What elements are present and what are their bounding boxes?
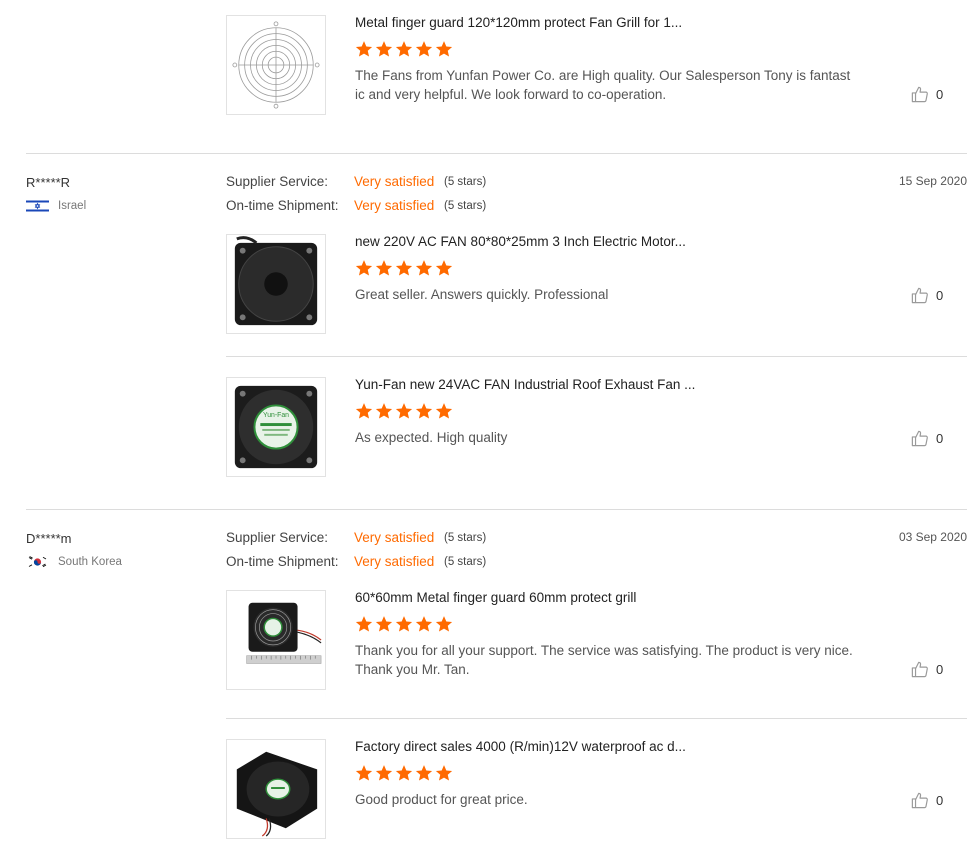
- thumbs-up-icon: [910, 429, 929, 448]
- supplier-service-label: Supplier Service:: [226, 530, 329, 545]
- star-icon: [375, 402, 393, 420]
- like-button[interactable]: 0: [910, 286, 943, 305]
- ac-fan-icon: [234, 236, 318, 326]
- like-count: 0: [936, 288, 944, 303]
- review-text: Good product for great price.: [355, 792, 528, 807]
- product-image[interactable]: [226, 739, 326, 839]
- product-divider: [226, 356, 967, 357]
- star-icon: [375, 40, 393, 58]
- product-image[interactable]: Yun-Fan: [226, 377, 326, 477]
- review-text: Thank you for all your support. The serv…: [355, 643, 853, 677]
- star-icon: [355, 40, 373, 58]
- product-image[interactable]: [226, 15, 326, 115]
- like-button[interactable]: 0: [910, 791, 943, 810]
- product-rating: [355, 764, 453, 782]
- star-icon: [355, 615, 373, 633]
- small-fan-with-guard-icon: [246, 602, 322, 664]
- product-title[interactable]: 60*60mm Metal finger guard 60mm protect …: [355, 590, 636, 605]
- like-button[interactable]: 0: [910, 660, 943, 679]
- star-icon: [355, 402, 373, 420]
- product-rating: [355, 40, 453, 58]
- shipment-stars: (5 stars): [444, 200, 487, 212]
- star-icon: [435, 615, 453, 633]
- review-text: The Fans from Yunfan Power Co. are High …: [355, 68, 851, 102]
- star-icon: [375, 615, 393, 633]
- star-icon: [395, 615, 413, 633]
- product-image[interactable]: [226, 234, 326, 334]
- dc-fan-icon: [236, 751, 318, 837]
- reviewer-country: Israel: [26, 199, 86, 213]
- reviewer-country: South Korea: [26, 555, 122, 569]
- star-icon: [415, 40, 433, 58]
- star-icon: [395, 402, 413, 420]
- star-icon: [435, 764, 453, 782]
- star-icon: [395, 259, 413, 277]
- like-count: 0: [936, 431, 944, 446]
- fan-grill-icon: [232, 21, 320, 109]
- product-rating: [355, 615, 453, 633]
- ac-fan-labeled-icon: Yun-Fan: [234, 385, 318, 469]
- star-icon: [375, 764, 393, 782]
- thumbs-up-icon: [910, 791, 929, 810]
- shipment-label: On-time Shipment:: [226, 554, 339, 569]
- supplier-service-stars: (5 stars): [444, 176, 487, 188]
- star-icon: [355, 764, 373, 782]
- thumbs-up-icon: [910, 85, 929, 104]
- like-count: 0: [936, 793, 944, 808]
- shipment-value: Very satisfied: [354, 554, 435, 569]
- shipment-stars: (5 stars): [444, 556, 487, 568]
- product-title[interactable]: Factory direct sales 4000 (R/min)12V wat…: [355, 739, 686, 754]
- supplier-service-label: Supplier Service:: [226, 174, 329, 189]
- review-date: 03 Sep 2020: [898, 530, 967, 544]
- like-count: 0: [936, 87, 944, 102]
- product-rating: [355, 402, 453, 420]
- review-divider: [26, 509, 967, 510]
- fan-label-text: Yun-Fan: [263, 412, 289, 419]
- review-divider: [26, 153, 967, 154]
- star-icon: [415, 615, 433, 633]
- thumbs-up-icon: [910, 286, 929, 305]
- country-name: Israel: [58, 200, 87, 212]
- like-button[interactable]: 0: [910, 429, 943, 448]
- supplier-service-stars: (5 stars): [444, 532, 487, 544]
- like-count: 0: [936, 662, 944, 677]
- product-image[interactable]: [226, 590, 326, 690]
- star-icon: [415, 259, 433, 277]
- star-icon: [355, 259, 373, 277]
- south-korea-flag-icon: [26, 555, 49, 569]
- star-icon: [435, 40, 453, 58]
- shipment-value: Very satisfied: [354, 198, 435, 213]
- israel-flag-icon: [26, 199, 49, 213]
- thumbs-up-icon: [910, 660, 929, 679]
- like-button[interactable]: 0: [910, 85, 943, 104]
- reviewer-name: R*****R: [26, 175, 71, 190]
- product-title[interactable]: new 220V AC FAN 80*80*25mm 3 Inch Electr…: [355, 234, 686, 249]
- review-date: 15 Sep 2020: [898, 174, 967, 188]
- review-text: Great seller. Answers quickly. Professio…: [355, 287, 609, 302]
- country-name: South Korea: [58, 556, 122, 568]
- product-divider: [226, 718, 967, 719]
- star-icon: [395, 40, 413, 58]
- review-text: As expected. High quality: [355, 430, 508, 445]
- product-rating: [355, 259, 453, 277]
- star-icon: [415, 402, 433, 420]
- star-icon: [415, 764, 433, 782]
- product-title[interactable]: Metal finger guard 120*120mm protect Fan…: [355, 15, 682, 30]
- star-icon: [435, 402, 453, 420]
- supplier-service-value: Very satisfied: [354, 530, 435, 545]
- supplier-service-value: Very satisfied: [354, 174, 435, 189]
- shipment-label: On-time Shipment:: [226, 198, 339, 213]
- product-title[interactable]: Yun-Fan new 24VAC FAN Industrial Roof Ex…: [355, 377, 695, 392]
- reviewer-name: D*****m: [26, 531, 72, 546]
- star-icon: [435, 259, 453, 277]
- star-icon: [395, 764, 413, 782]
- star-icon: [375, 259, 393, 277]
